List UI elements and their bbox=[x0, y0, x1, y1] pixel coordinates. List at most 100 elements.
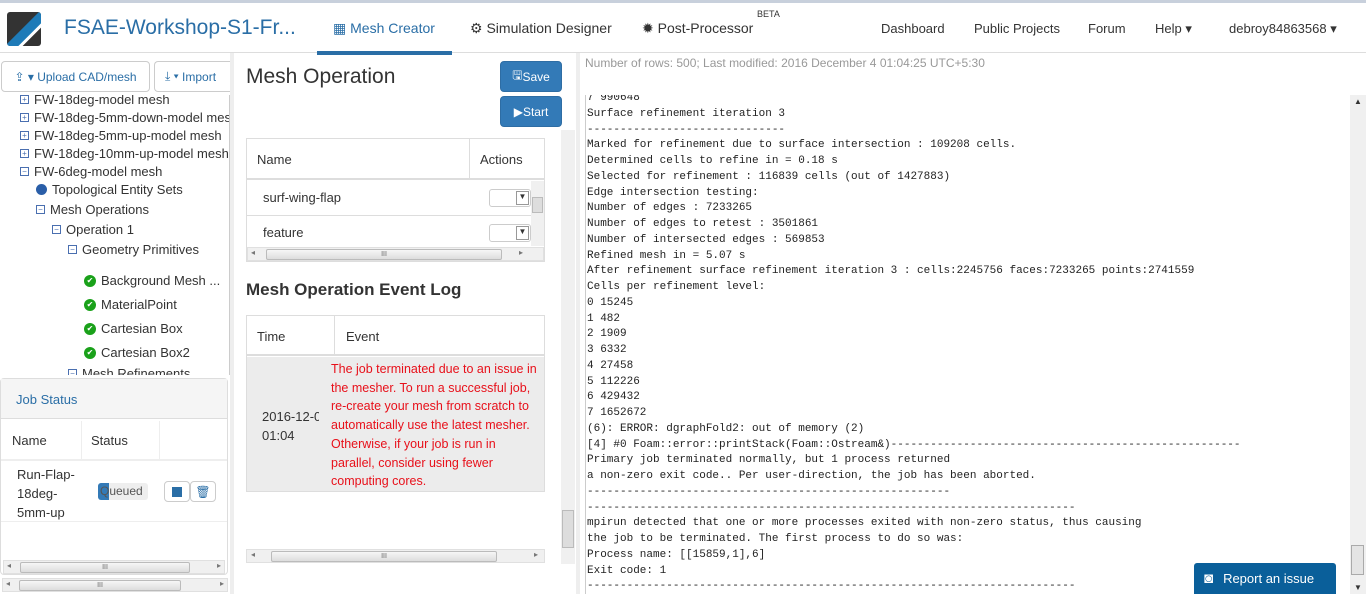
upload-icon: ⇪ ▾ bbox=[14, 69, 38, 84]
table-hscrollbar[interactable]: ◂ III ▸ bbox=[247, 247, 544, 261]
action-select[interactable]: ▼ bbox=[489, 189, 531, 207]
tree-item[interactable]: − Geometry Primitives bbox=[68, 242, 199, 257]
beta-badge: BETA bbox=[757, 9, 780, 19]
download-icon: ⤓ ▾ bbox=[165, 69, 183, 83]
tree-item[interactable]: + FW-18deg-model mesh bbox=[20, 95, 170, 107]
gears-icon: ⚙ bbox=[470, 20, 487, 36]
tab-post-processor[interactable]: ✹ Post-Processor bbox=[642, 20, 753, 37]
tree-item[interactable]: − Operation 1 bbox=[52, 222, 134, 237]
log-line: 1 482 bbox=[587, 312, 621, 325]
tab-mesh-creator[interactable]: ▦ Mesh Creator bbox=[333, 20, 435, 37]
link-public-projects[interactable]: Public Projects bbox=[974, 21, 1060, 36]
log-line: Selected for refinement : 116839 cells (… bbox=[587, 170, 951, 183]
col-event: Event bbox=[346, 329, 380, 344]
tree-item[interactable]: + FW-18deg-5mm-down-model mesh bbox=[20, 110, 230, 125]
log-line: Edge intersection testing: bbox=[587, 186, 759, 199]
tree-item[interactable]: ✔ Background Mesh ... bbox=[84, 273, 220, 288]
log-line: ----------------------------------------… bbox=[587, 580, 1076, 593]
tree-item[interactable]: − Mesh Operations bbox=[36, 202, 149, 217]
log-vscrollbar[interactable]: ▲ ▼ bbox=[1350, 95, 1366, 594]
expand-icon: + bbox=[20, 113, 29, 122]
log-line: Refined mesh in = 5.07 s bbox=[587, 249, 746, 262]
tree-item[interactable]: + FW-18deg-10mm-up-model mesh bbox=[20, 146, 229, 161]
log-line: 3 6332 bbox=[587, 344, 627, 356]
tree-item[interactable]: ✔ MaterialPoint bbox=[84, 297, 177, 312]
tree-item-label: FW-18deg-model mesh bbox=[34, 95, 170, 107]
expand-icon: + bbox=[20, 149, 29, 158]
check-icon: ✔ bbox=[84, 346, 96, 359]
upload-cad-button[interactable]: ⇪ ▾ Upload CAD/mesh bbox=[1, 61, 150, 92]
help-menu[interactable]: Help ▾ bbox=[1155, 21, 1192, 37]
col-name: Name bbox=[257, 152, 292, 167]
job-status-panel: Job Status Name Status Run-Flap-18deg-5m… bbox=[0, 378, 228, 575]
logo[interactable] bbox=[7, 12, 41, 46]
log-line: mpirun detected that one or more process… bbox=[587, 517, 1142, 530]
report-issue-button[interactable]: ◙ Report an issue bbox=[1194, 563, 1336, 594]
tree-item-label: Operation 1 bbox=[66, 222, 134, 237]
tree-item[interactable]: + FW-18deg-5mm-up-model mesh bbox=[20, 128, 222, 143]
tree-item[interactable]: Topological Entity Sets bbox=[36, 182, 183, 197]
user-menu[interactable]: debroy84863568 ▾ bbox=[1229, 21, 1337, 37]
log-line: ------------------------------ bbox=[587, 123, 786, 136]
check-icon: ✔ bbox=[84, 274, 96, 287]
log-line: 4 27458 bbox=[587, 359, 634, 372]
job-status-progress: Queued bbox=[98, 483, 148, 500]
stop-job-button[interactable] bbox=[164, 481, 190, 502]
play-icon: ▶ bbox=[513, 104, 523, 119]
job-hscrollbar[interactable]: ◂ III ▸ bbox=[3, 560, 225, 574]
tree-item-label: Background Mesh ... bbox=[101, 273, 221, 288]
project-tree: + FW-18deg-model mesh + FW-18deg-5mm-down-m… bbox=[0, 95, 230, 375]
log-line: Determined cells to refine in = 0.18 s bbox=[587, 155, 838, 167]
middle-vscrollbar[interactable] bbox=[561, 130, 575, 564]
splitter-left[interactable] bbox=[230, 53, 234, 594]
event-time: 2016-12-0 01:04 bbox=[262, 409, 319, 443]
start-button[interactable]: ▶ Start bbox=[500, 96, 562, 127]
operation-row-feature[interactable]: feature bbox=[263, 225, 303, 240]
tree-item[interactable]: ✔ Cartesian Box2 bbox=[84, 345, 190, 360]
grid-icon: ▦ bbox=[333, 20, 351, 36]
log-line: 0 15245 bbox=[587, 296, 634, 309]
collapse-icon: − bbox=[20, 167, 29, 176]
project-title[interactable]: FSAE-Workshop-S1-Fr... bbox=[64, 16, 296, 40]
middle-hscrollbar[interactable]: ◂ III ▸ bbox=[246, 549, 545, 563]
log-line: a non-zero exit code.. Per user-directio… bbox=[587, 470, 1036, 482]
tab-simulation-designer[interactable]: ⚙ Simulation Designer bbox=[470, 20, 612, 37]
log-line: Number of edges to retest : 3501861 bbox=[587, 218, 819, 230]
link-dashboard[interactable]: Dashboard bbox=[881, 21, 945, 36]
job-name: Run-Flap-18deg-5mm-up bbox=[17, 467, 75, 520]
mesh-operation-title: Mesh Operation bbox=[246, 65, 396, 88]
link-forum[interactable]: Forum bbox=[1088, 21, 1126, 36]
col-status: Status bbox=[91, 433, 128, 448]
tree-item-label: MaterialPoint bbox=[101, 297, 177, 312]
top-navbar: FSAE-Workshop-S1-Fr... ▦ Mesh Creator ⚙ … bbox=[0, 0, 1366, 55]
left-hscrollbar[interactable]: ◂ III ▸ bbox=[2, 578, 228, 592]
log-line: 6 429432 bbox=[587, 391, 640, 404]
import-button[interactable]: ⤓ ▾ Import bbox=[154, 61, 234, 92]
event-log-table: Time Event 2016-12-0 01:04 The job termi… bbox=[246, 315, 545, 492]
action-select[interactable]: ▼ bbox=[489, 224, 531, 242]
splitter-right[interactable] bbox=[576, 53, 580, 594]
tree-item-label: FW-6deg-model mesh bbox=[34, 164, 163, 179]
tree-item[interactable]: − FW-6deg-model mesh bbox=[20, 164, 162, 179]
log-line: 5 112226 bbox=[587, 375, 640, 388]
log-line: Primary job terminated normally, but 1 p… bbox=[587, 454, 951, 467]
log-line: Process name: [[15859,1],6] bbox=[587, 548, 766, 561]
log-line: [4] #0 Foam::error::printStack(Foam::Ost… bbox=[587, 438, 1241, 451]
tree-item-label: Geometry Primitives bbox=[82, 242, 200, 257]
operation-row-surf-wing-flap[interactable]: surf-wing-flap bbox=[263, 190, 341, 205]
save-icon: 🖫 bbox=[512, 68, 523, 82]
tree-item-label: FW-18deg-5mm-up-model mesh bbox=[34, 128, 222, 143]
active-tab-indicator bbox=[317, 51, 452, 55]
check-icon: ✔ bbox=[84, 298, 96, 311]
log-line: ----------------------------------------… bbox=[587, 485, 951, 498]
job-status-title: Job Status bbox=[16, 392, 78, 407]
save-button[interactable]: 🖫 Save bbox=[500, 61, 562, 92]
tree-item-label: Topological Entity Sets bbox=[52, 182, 183, 197]
tree-item[interactable]: ✔ Cartesian Box bbox=[84, 321, 183, 336]
delete-job-button[interactable]: 🗑 bbox=[190, 481, 216, 502]
table-vscrollbar[interactable] bbox=[531, 181, 544, 246]
log-line: Marked for refinement due to surface int… bbox=[587, 139, 1017, 152]
log-line: Exit code: 1 bbox=[587, 564, 667, 577]
tree-item[interactable]: − Mesh Refinements bbox=[68, 366, 190, 375]
log-line: (6): ERROR: dgraphFold2: out of memory (… bbox=[587, 422, 865, 435]
